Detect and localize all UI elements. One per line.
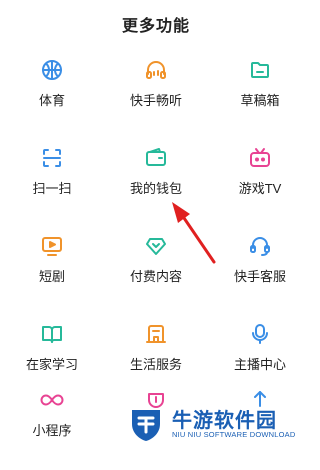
folder-icon [248, 58, 272, 82]
feature-label: 快手客服 [233, 269, 286, 284]
feature-short-drama[interactable]: 短剧 [0, 228, 104, 316]
shop-icon [144, 322, 168, 346]
feature-label: 小程序 [32, 423, 72, 438]
basketball-icon [40, 58, 64, 82]
watermark: 牛游软件园 NIU NIU SOFTWARE DOWNLOAD [126, 396, 312, 448]
feature-label: 短剧 [38, 269, 65, 284]
feature-label: 主播中心 [233, 357, 286, 372]
feature-scan[interactable]: 扫一扫 [0, 140, 104, 228]
feature-label: 体育 [38, 93, 65, 108]
feature-game-tv[interactable]: 游戏TV [208, 140, 312, 228]
watermark-subtitle: NIU NIU SOFTWARE DOWNLOAD [172, 430, 296, 439]
feature-label: 游戏TV [238, 181, 282, 196]
headset-icon [248, 234, 272, 258]
feature-customer-service[interactable]: 快手客服 [208, 228, 312, 316]
feature-label: 生活服务 [129, 357, 182, 372]
feature-kuaishou-listen[interactable]: 快手畅听 [104, 52, 208, 140]
diamond-icon [144, 234, 168, 258]
headphones-icon [144, 58, 168, 82]
feature-label: 在家学习 [25, 357, 78, 372]
feature-paid-content[interactable]: 付费内容 [104, 228, 208, 316]
feature-drafts[interactable]: 草稿箱 [208, 52, 312, 140]
watermark-logo-icon [126, 404, 166, 444]
feature-my-wallet[interactable]: 我的钱包 [104, 140, 208, 228]
feature-label: 草稿箱 [240, 93, 280, 108]
watermark-title: 牛游软件园 [172, 410, 277, 432]
microphone-icon [248, 322, 272, 346]
page-title: 更多功能 [121, 18, 190, 35]
game-tv-icon [248, 146, 272, 170]
scan-icon [40, 146, 64, 170]
infinity-icon [40, 388, 64, 412]
feature-label: 我的钱包 [129, 181, 182, 196]
book-icon [40, 322, 64, 346]
features-grid: 体育 快手畅听 草稿箱 扫一扫 我的钱包 游戏TV 短剧 付费内容 快手客服 在… [0, 52, 312, 448]
feature-mini-program[interactable]: 小程序 [0, 382, 104, 470]
short-drama-icon [40, 234, 64, 258]
wallet-icon [144, 146, 168, 170]
feature-label: 快手畅听 [129, 93, 182, 108]
feature-label: 付费内容 [129, 269, 182, 284]
feature-sports[interactable]: 体育 [0, 52, 104, 140]
feature-label: 扫一扫 [32, 181, 72, 196]
